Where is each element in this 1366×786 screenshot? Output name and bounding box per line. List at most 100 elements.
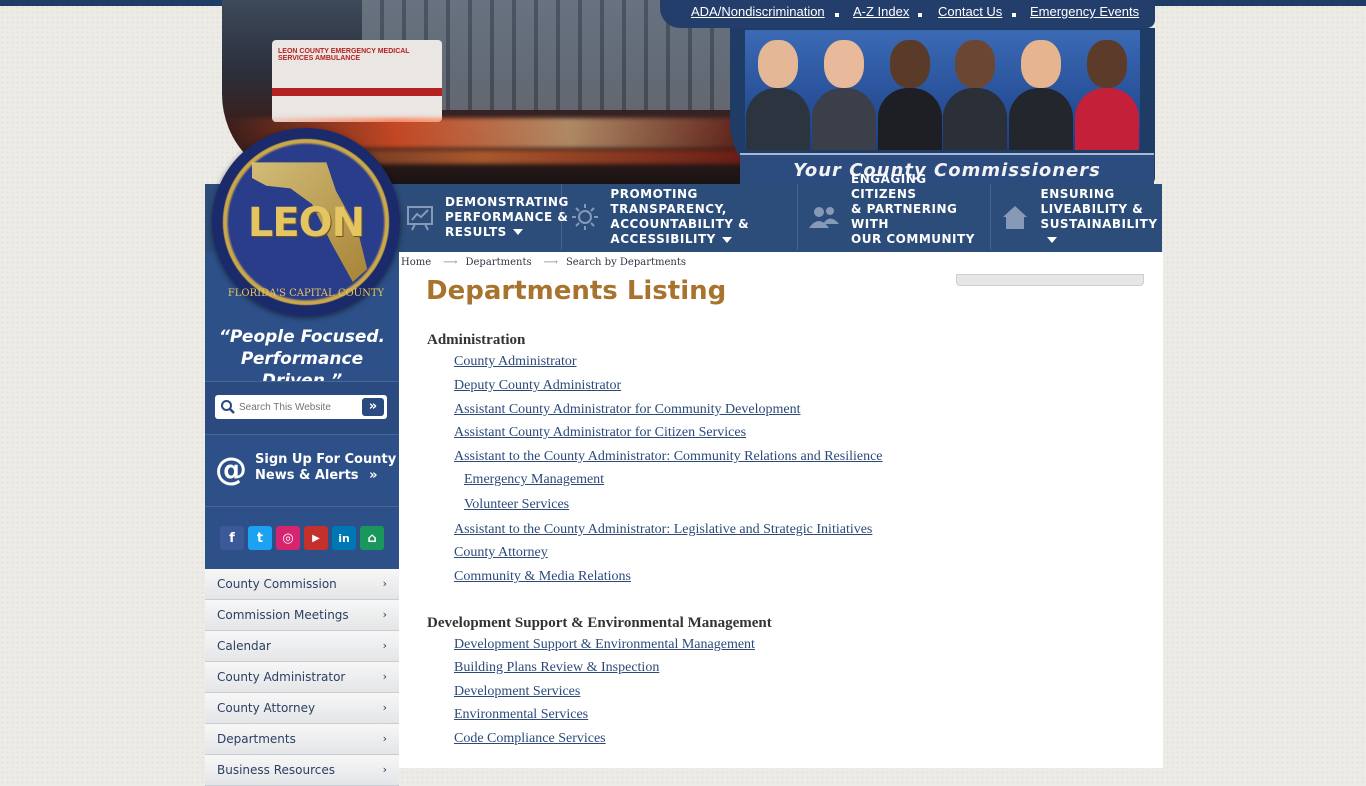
search-panel: » (205, 381, 399, 435)
caret-down-icon (1046, 236, 1057, 243)
twitter-icon[interactable]: t (248, 526, 272, 550)
commissioners-photo[interactable] (745, 30, 1140, 150)
search-input[interactable] (239, 398, 357, 416)
right-column-box (956, 274, 1144, 286)
sidebar-item-label: Departments (217, 732, 296, 746)
arrow-right-icon: ⟶ (443, 257, 458, 268)
signup-line: Sign Up For County (255, 452, 397, 467)
house-icon (1000, 200, 1031, 234)
breadcrumb-current: Search by Departments (565, 257, 686, 268)
sun-icon (570, 200, 600, 234)
department-link[interactable]: Volunteer Services (464, 497, 947, 522)
chevron-right-icon: › (382, 763, 387, 776)
department-link[interactable]: Emergency Management (464, 472, 947, 497)
signup-arrow-icon: » (369, 468, 378, 483)
linkedin-icon[interactable]: in (332, 526, 356, 550)
page-title: Departments Listing (426, 276, 727, 306)
sidebar-item-departments[interactable]: Departments › (205, 724, 399, 755)
commissioner-portrait (745, 30, 811, 150)
commissioner-portrait (811, 30, 877, 150)
tagline-line: “People Focused. (218, 327, 386, 347)
department-link[interactable]: County Attorney (454, 545, 947, 569)
arrow-right-icon: ⟶ (543, 257, 558, 268)
department-link[interactable]: Environmental Services (454, 707, 947, 731)
at-sign-icon: @ (215, 450, 247, 488)
department-link[interactable]: Assistant to the County Administrator: L… (454, 522, 947, 545)
department-links: County Administrator Deputy County Admin… (427, 354, 947, 593)
emergency-events-link[interactable]: Emergency Events (1030, 4, 1139, 19)
social-links: f t ◎ ▶ in ⌂ (205, 507, 399, 569)
sidebar-item-label: County Attorney (217, 701, 316, 715)
section-heading: Administration (427, 332, 526, 348)
sidebar-item-label: Business Resources (217, 763, 336, 777)
sidebar-item-label: Commission Meetings (217, 608, 349, 622)
nav-transparency[interactable]: PROMOTING TRANSPARENCY, ACCOUNTABILITY & A… (570, 184, 798, 250)
department-link[interactable]: Community & Media Relations (454, 569, 947, 593)
chevron-right-icon: › (382, 639, 387, 652)
sidebar-item-county-attorney[interactable]: County Attorney › (205, 693, 399, 724)
leon-county-seal-logo[interactable]: LEON FLORIDA'S CAPITAL COUNTY (212, 128, 400, 316)
search-submit-button[interactable]: » (362, 398, 384, 416)
logo-wordmark: LEON (247, 200, 365, 246)
commissioner-portrait (877, 30, 943, 150)
youtube-icon[interactable]: ▶ (304, 526, 328, 550)
department-link[interactable]: County Administrator (454, 354, 947, 378)
commissioner-portrait (942, 30, 1008, 150)
chevron-right-icon: › (382, 732, 387, 745)
department-link[interactable]: Building Plans Review & Inspection (454, 660, 947, 684)
search-box: » (215, 395, 387, 419)
nextdoor-icon[interactable]: ⌂ (360, 526, 384, 550)
departments-listing: Administration County Administrator Depu… (427, 332, 947, 755)
nav-performance[interactable]: DEMONSTRATING PERFORMANCE & RESULTS (405, 184, 568, 250)
chevron-right-icon: › (382, 670, 387, 683)
separator-dot (1012, 13, 1016, 17)
commissioner-portrait (1074, 30, 1140, 150)
sidebar-item-calendar[interactable]: Calendar › (205, 631, 399, 662)
sidebar-item-commission-meetings[interactable]: Commission Meetings › (205, 600, 399, 631)
nav-label: & PARTNERING WITH (851, 202, 958, 231)
signup-line: News & Alerts (255, 468, 359, 483)
department-link[interactable]: Development Services (454, 684, 947, 707)
ambulance-label: LEON COUNTY EMERGENCY MEDICAL SERVICES A… (278, 48, 410, 62)
nav-label: ENGAGING CITIZENS (851, 172, 927, 201)
az-index-link[interactable]: A-Z Index (853, 4, 909, 19)
sidebar-item-label: County Administrator (217, 670, 346, 684)
department-link[interactable]: Assistant County Administrator for Commu… (454, 402, 947, 425)
department-link[interactable]: Development Support & Environmental Mana… (454, 637, 947, 660)
sidebar-item-business-resources[interactable]: Business Resources › (205, 755, 399, 786)
chevron-right-icon: › (382, 577, 387, 590)
nav-liveability[interactable]: ENSURING LIVEABILITY & SUSTAINABILITY (1000, 184, 1160, 250)
nav-label: OUR COMMUNITY (851, 232, 975, 246)
breadcrumb-home[interactable]: Home (401, 257, 431, 268)
sidebar-item-county-commission[interactable]: County Commission › (205, 569, 399, 600)
breadcrumb: Home ⟶ Departments ⟶ Search by Departments (401, 257, 690, 268)
caret-down-icon (721, 236, 732, 243)
sidebar-menu: County Commission › Commission Meetings › … (205, 569, 399, 786)
sidebar-item-county-administrator[interactable]: County Administrator › (205, 662, 399, 693)
facebook-icon[interactable]: f (220, 526, 244, 550)
breadcrumb-departments[interactable]: Departments (466, 257, 532, 268)
ada-link[interactable]: ADA/Nondiscrimination (691, 4, 825, 19)
commissioner-portrait (1008, 30, 1074, 150)
nav-label: ENSURING (1040, 187, 1115, 201)
contact-us-link[interactable]: Contact Us (938, 4, 1002, 19)
instagram-icon[interactable]: ◎ (276, 526, 300, 550)
logo-ring-text: FLORIDA'S CAPITAL COUNTY (227, 288, 385, 299)
chart-icon (405, 200, 435, 234)
news-alerts-signup[interactable]: @ Sign Up For County News & Alerts » (205, 434, 399, 507)
nav-label: SUSTAINABILITY (1040, 217, 1158, 231)
nav-label: ACCESSIBILITY (610, 232, 716, 246)
nav-label: PROMOTING TRANSPARENCY, (610, 187, 727, 216)
department-link[interactable]: Deputy County Administrator (454, 378, 947, 402)
nav-label: ACCOUNTABILITY & (610, 217, 750, 231)
department-link[interactable]: Assistant County Administrator for Citiz… (454, 425, 947, 449)
sidebar-item-label: Calendar (217, 639, 271, 653)
department-link[interactable]: Code Compliance Services (454, 731, 947, 755)
caret-down-icon (512, 229, 523, 235)
utility-links-bar: ADA/Nondiscrimination A-Z Index Contact … (660, 0, 1155, 28)
search-icon (220, 399, 236, 415)
department-link[interactable]: Assistant to the County Administrator: C… (454, 449, 947, 472)
nav-label: LIVEABILITY & (1040, 202, 1144, 216)
people-icon (807, 200, 841, 234)
nav-engaging[interactable]: ENGAGING CITIZENS & PARTNERING WITH OUR CO… (807, 172, 991, 258)
